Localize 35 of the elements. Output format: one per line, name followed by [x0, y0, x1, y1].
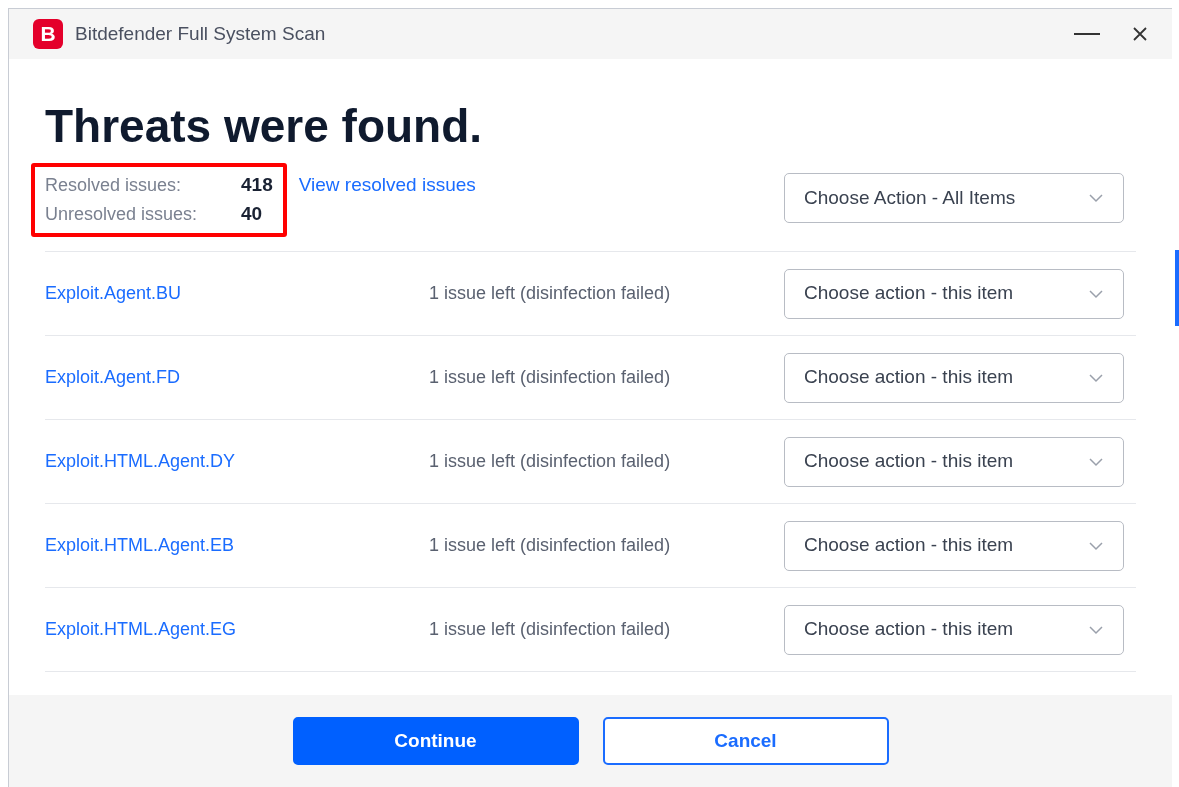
page-heading: Threats were found.	[45, 99, 484, 153]
cancel-button[interactable]: Cancel	[602, 717, 889, 765]
threat-status: 1 issue left (disinfection failed)	[429, 366, 671, 389]
threat-status: 1 issue left (disinfection failed)	[429, 450, 671, 473]
bulk-action-dropdown[interactable]: Choose Action - All Items	[784, 173, 1124, 223]
item-action-dropdown[interactable]: Choose action - this item	[784, 268, 1124, 319]
chevron-down-icon	[1088, 288, 1104, 299]
summary-value: 418	[241, 173, 273, 198]
view-resolved-link[interactable]: View resolved issues	[298, 171, 476, 200]
item-action-dropdown[interactable]: Choose action - this item	[784, 436, 1124, 487]
minimize-icon[interactable]	[1074, 32, 1100, 36]
threat-status: 1 issue left (disinfection failed)	[429, 282, 671, 305]
continue-button[interactable]: Continue	[292, 717, 579, 765]
threat-name-link[interactable]: Exploit.HTML.Agent.EB	[45, 532, 429, 559]
close-icon[interactable]	[1132, 26, 1148, 42]
chevron-down-icon	[1088, 193, 1104, 203]
chevron-down-icon	[1088, 540, 1104, 551]
chevron-down-icon	[1088, 456, 1104, 467]
scrollbar-thumb[interactable]	[1175, 250, 1179, 326]
threat-status: 1 issue left (disinfection failed)	[429, 534, 671, 557]
summary-value: 40	[241, 202, 263, 227]
threat-status: 1 issue left (disinfection failed)	[429, 618, 671, 641]
app-logo-icon: B	[33, 19, 63, 49]
threat-name-link[interactable]: Exploit.Agent.BU	[45, 280, 429, 307]
threat-name-link[interactable]: Exploit.Agent.FD	[45, 364, 429, 391]
summary-label: Resolved issues:	[45, 174, 183, 197]
item-action-dropdown[interactable]: Choose action - this item	[784, 520, 1124, 571]
item-action-dropdown[interactable]: Choose action - this item	[784, 604, 1124, 655]
window-title: Bitdefender Full System Scan	[75, 21, 326, 46]
chevron-down-icon	[1088, 372, 1104, 383]
chevron-down-icon	[1088, 624, 1104, 635]
summary-label: Unresolved issues:	[45, 203, 199, 226]
item-action-dropdown[interactable]: Choose action - this item	[784, 352, 1124, 403]
threat-name-link[interactable]: Exploit.HTML.Agent.EG	[45, 616, 429, 643]
threat-name-link[interactable]: Exploit.HTML.Agent.DY	[45, 448, 429, 475]
